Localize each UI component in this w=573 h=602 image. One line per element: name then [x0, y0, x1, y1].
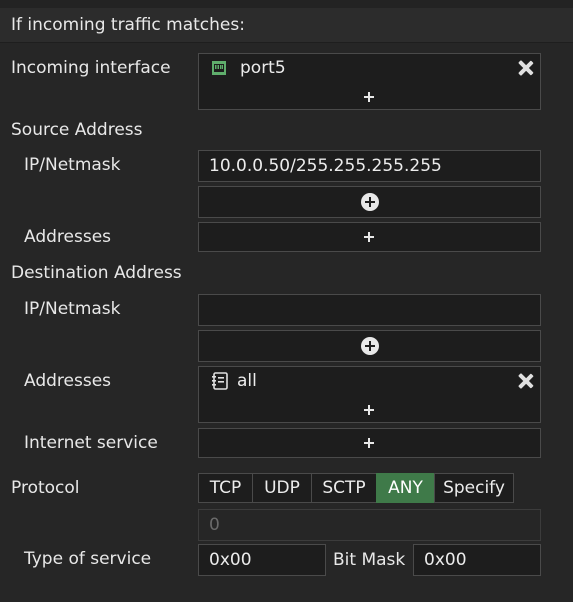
address-book-icon	[211, 372, 229, 394]
protocol-specify-button[interactable]: Specify	[434, 473, 514, 503]
protocol-sctp-button[interactable]: SCTP	[311, 473, 377, 503]
section-header: If incoming traffic matches:	[0, 8, 573, 43]
add-source-address-icon[interactable]	[363, 231, 375, 243]
destination-addresses-field[interactable]: all	[198, 366, 541, 423]
add-interface-icon[interactable]	[363, 91, 375, 103]
source-address-heading: Source Address	[11, 120, 143, 140]
bit-mask-label: Bit Mask	[333, 550, 406, 570]
destination-ip-label: IP/Netmask	[24, 299, 121, 319]
bit-mask-input[interactable]: 0x00	[413, 544, 541, 576]
circle-plus-icon	[361, 193, 379, 211]
incoming-interface-value: port5	[240, 58, 286, 78]
bit-mask-value: 0x00	[424, 550, 467, 570]
port-icon	[211, 60, 227, 80]
destination-address-heading: Destination Address	[11, 263, 182, 283]
source-ip-value: 10.0.0.50/255.255.255.255	[209, 156, 442, 176]
source-addresses-field[interactable]	[198, 222, 541, 252]
source-ip-input[interactable]: 10.0.0.50/255.255.255.255	[198, 150, 541, 182]
type-of-service-label: Type of service	[24, 549, 152, 569]
add-destination-address-icon[interactable]	[363, 404, 375, 416]
top-strip	[0, 0, 573, 8]
protocol-label: Protocol	[11, 478, 80, 498]
source-addresses-label: Addresses	[24, 227, 112, 247]
destination-addresses-label: Addresses	[24, 371, 112, 391]
incoming-interface-label: Incoming interface	[11, 58, 171, 78]
internet-service-field[interactable]	[198, 428, 541, 458]
protocol-number-input: 0	[198, 509, 541, 541]
incoming-interface-field[interactable]: port5	[198, 53, 541, 110]
circle-plus-icon	[361, 337, 379, 355]
remove-interface-icon[interactable]	[518, 60, 534, 76]
destination-add-ip-button[interactable]	[198, 330, 541, 362]
protocol-udp-button[interactable]: UDP	[252, 473, 312, 503]
source-ip-label: IP/Netmask	[24, 155, 121, 175]
protocol-any-button[interactable]: ANY	[376, 473, 435, 503]
type-of-service-value: 0x00	[209, 550, 252, 570]
destination-address-value: all	[237, 371, 257, 391]
type-of-service-input[interactable]: 0x00	[198, 544, 326, 576]
source-add-ip-button[interactable]	[198, 186, 541, 218]
protocol-number-placeholder: 0	[209, 515, 220, 535]
destination-ip-input[interactable]	[198, 294, 541, 326]
protocol-tcp-button[interactable]: TCP	[198, 473, 253, 503]
internet-service-label: Internet service	[24, 433, 158, 453]
remove-address-icon[interactable]	[518, 373, 534, 389]
add-internet-service-icon[interactable]	[363, 437, 375, 449]
